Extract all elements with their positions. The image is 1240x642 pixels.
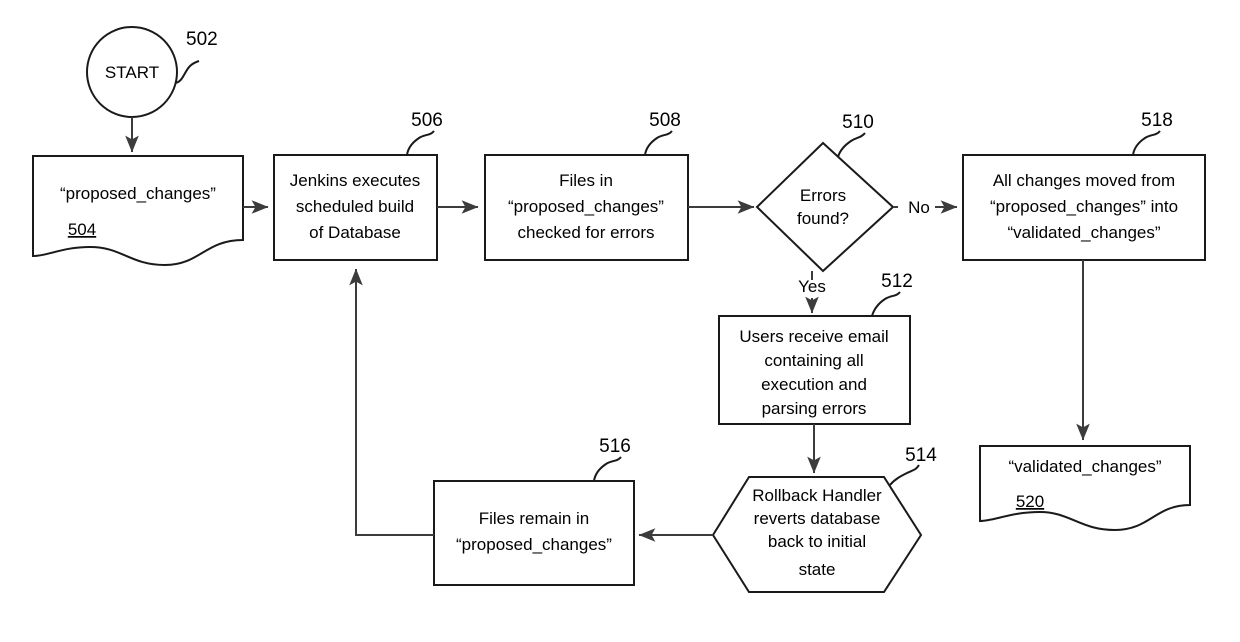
node-files-remain-line-1: Files remain in xyxy=(479,509,590,528)
node-errors-found-line-1: Errors xyxy=(800,186,846,205)
node-all-changes-moved-line-1: All changes moved from xyxy=(993,171,1175,190)
node-errors-found: Errors found? xyxy=(755,141,895,273)
node-start-label: START xyxy=(105,63,159,82)
edge-label-no: No xyxy=(908,198,930,217)
node-validated-changes-doc-label: “validated_changes” xyxy=(1008,457,1161,476)
node-files-remain-line-2: “proposed_changes” xyxy=(456,535,612,554)
ref-number-510: 510 xyxy=(842,112,874,133)
node-files-checked-line-1: Files in xyxy=(559,171,613,190)
ref-number-520: 520 xyxy=(1016,492,1044,511)
ref-number-508: 508 xyxy=(649,110,681,131)
node-proposed-changes-doc-label: “proposed_changes” xyxy=(60,184,216,203)
node-users-email-line-4: parsing errors xyxy=(762,399,867,418)
node-all-changes-moved-line-3: “validated_changes” xyxy=(1007,223,1160,242)
ref-leader-518: 518 xyxy=(1132,110,1173,156)
ref-number-516: 516 xyxy=(599,436,631,457)
ref-leader-516: 516 xyxy=(593,436,631,482)
node-rollback-handler-line-2: reverts database xyxy=(754,509,881,528)
flowchart-canvas: START 502 “proposed_changes” 504 Jenkins… xyxy=(0,0,1240,642)
ref-leader-514: 514 xyxy=(889,445,937,486)
node-users-email-line-2: containing all xyxy=(764,351,863,370)
node-users-email-line-1: Users receive email xyxy=(739,327,888,346)
node-all-changes-moved: All changes moved from “proposed_changes… xyxy=(962,154,1206,261)
node-rollback-handler: Rollback Handler reverts database back t… xyxy=(711,476,923,593)
node-jenkins-build-line-1: Jenkins executes xyxy=(290,171,420,190)
node-validated-changes-doc: “validated_changes” 520 xyxy=(979,445,1191,532)
ref-number-504: 504 xyxy=(68,220,96,239)
node-users-email-line-3: execution and xyxy=(761,375,867,394)
ref-number-506: 506 xyxy=(411,110,443,131)
ref-number-512: 512 xyxy=(881,271,913,292)
node-files-checked: Files in “proposed_changes” checked for … xyxy=(484,154,689,261)
node-jenkins-build-line-2: scheduled build xyxy=(296,197,414,216)
edge-files-remain-to-jenkins-loop xyxy=(349,268,434,536)
node-jenkins-build-line-3: of Database xyxy=(309,223,401,242)
node-files-checked-line-2: “proposed_changes” xyxy=(508,197,664,216)
ref-leader-510: 510 xyxy=(837,112,874,158)
ref-leader-512: 512 xyxy=(871,271,913,317)
ref-leader-508: 508 xyxy=(644,110,681,156)
node-rollback-handler-line-1: Rollback Handler xyxy=(752,486,882,505)
node-files-checked-line-3: checked for errors xyxy=(518,223,655,242)
node-rollback-handler-line-4: state xyxy=(799,560,836,579)
flowchart-svg: START 502 “proposed_changes” 504 Jenkins… xyxy=(32,26,1206,593)
node-errors-found-line-2: found? xyxy=(797,209,849,228)
ref-number-514: 514 xyxy=(905,445,937,466)
node-jenkins-build: Jenkins executes scheduled build of Data… xyxy=(273,154,438,261)
node-rollback-handler-line-3: back to initial xyxy=(768,532,866,551)
node-start: START xyxy=(86,26,178,118)
ref-leader-506: 506 xyxy=(406,110,443,156)
ref-leader-502: 502 xyxy=(174,29,218,84)
ref-number-518: 518 xyxy=(1141,110,1173,131)
node-proposed-changes-doc: “proposed_changes” 504 xyxy=(32,155,244,267)
node-files-remain: Files remain in “proposed_changes” xyxy=(433,480,635,586)
node-users-email: Users receive email containing all execu… xyxy=(718,315,911,425)
node-all-changes-moved-line-2: “proposed_changes” into xyxy=(990,197,1178,216)
ref-number-502: 502 xyxy=(186,29,218,50)
